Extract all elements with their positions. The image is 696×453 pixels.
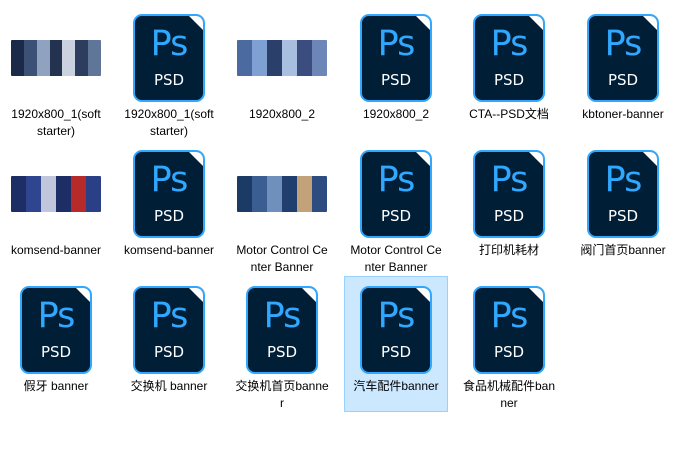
ps-logo-text: Ps [150,160,189,200]
file-name-label: 1920x800_2 [362,107,430,121]
ps-logo-text: Ps [263,296,302,336]
ps-logo-text: Ps [150,296,189,336]
psd-file-item[interactable]: Ps PSD 交换机 banner [117,276,221,412]
psd-file-item[interactable]: Ps PSD 交换机首页banner [230,276,334,412]
file-thumbnail: Ps PSD [578,147,668,241]
psd-extension-label: PSD [380,343,412,361]
ps-logo-text: Ps [604,160,643,200]
photoshop-psd-icon: Ps PSD [133,286,205,374]
ps-logo-text: Ps [604,24,643,64]
psd-file-item[interactable]: Ps PSD 汽车配件banner [344,276,448,412]
psd-file-item[interactable]: Ps PSD Motor Control Center Banner [344,140,448,276]
file-thumbnail: Ps PSD [124,283,214,377]
file-thumbnail [11,147,101,241]
psd-file-item[interactable]: Ps PSD 1920x800_1(soft starter) [117,4,221,140]
psd-extension-label: PSD [153,207,185,225]
image-preview-icon [11,176,101,212]
image-file-item[interactable]: 1920x800_1(soft starter) [4,4,108,140]
photoshop-psd-icon: Ps PSD [587,150,659,238]
photoshop-psd-icon: Ps PSD [587,14,659,102]
psd-file-item[interactable]: Ps PSD komsend-banner [117,140,221,276]
file-thumbnail: Ps PSD [124,11,214,105]
file-thumbnail: Ps PSD [351,283,441,377]
file-name-label: 打印机耗材 [478,243,539,257]
file-thumbnail: Ps PSD [351,11,441,105]
psd-extension-label: PSD [607,207,639,225]
psd-extension-label: PSD [380,207,412,225]
file-thumbnail [11,11,101,105]
file-thumbnail: Ps PSD [464,147,554,241]
psd-extension-label: PSD [266,343,298,361]
photoshop-psd-icon: Ps PSD [133,150,205,238]
ps-logo-text: Ps [377,296,416,336]
file-thumbnail: Ps PSD [351,147,441,241]
file-name-label: Motor Control Center Banner [236,243,328,274]
file-name-label: 假牙 banner [23,379,89,393]
photoshop-psd-icon: Ps PSD [473,150,545,238]
photoshop-psd-icon: Ps PSD [360,14,432,102]
image-preview-icon [237,176,327,212]
file-thumbnail: Ps PSD [578,11,668,105]
file-icon-grid: 1920x800_1(soft starter) Ps PSD 1920x800_1(… [0,0,696,453]
file-name-label: komsend-banner [123,243,215,257]
file-thumbnail: Ps PSD [464,11,554,105]
ps-logo-text: Ps [490,160,529,200]
file-name-label: 1920x800_1(soft starter) [124,107,214,138]
psd-extension-label: PSD [153,343,185,361]
file-thumbnail [237,147,327,241]
file-name-label: 交换机首页banner [235,379,329,410]
psd-extension-label: PSD [607,71,639,89]
photoshop-psd-icon: Ps PSD [133,14,205,102]
psd-extension-label: PSD [380,71,412,89]
ps-logo-text: Ps [490,24,529,64]
psd-extension-label: PSD [153,71,185,89]
file-name-label: CTA--PSD文档 [469,107,549,121]
file-name-label: kbtoner-banner [582,107,664,121]
file-thumbnail: Ps PSD [124,147,214,241]
ps-logo-text: Ps [150,24,189,64]
psd-extension-label: PSD [40,343,72,361]
ps-logo-text: Ps [37,296,76,336]
image-file-item[interactable]: Motor Control Center Banner [230,140,334,276]
file-name-label: Motor Control Center Banner [350,243,442,274]
file-name-label: 交换机 banner [130,379,208,393]
photoshop-psd-icon: Ps PSD [20,286,92,374]
file-thumbnail: Ps PSD [464,283,554,377]
psd-extension-label: PSD [493,343,525,361]
image-preview-icon [11,40,101,76]
ps-logo-text: Ps [377,160,416,200]
psd-file-item[interactable]: Ps PSD 1920x800_2 [344,4,448,140]
file-name-label: 1920x800_2 [248,107,316,121]
file-name-label: 食品机械配件banner [462,379,556,410]
file-thumbnail [237,11,327,105]
image-file-item[interactable]: komsend-banner [4,140,108,276]
psd-file-item[interactable]: Ps PSD CTA--PSD文档 [457,4,561,140]
file-thumbnail: Ps PSD [237,283,327,377]
photoshop-psd-icon: Ps PSD [360,286,432,374]
image-file-item[interactable]: 1920x800_2 [230,4,334,140]
file-name-label: komsend-banner [10,243,102,257]
file-name-label: 1920x800_1(soft starter) [11,107,101,138]
image-preview-icon [237,40,327,76]
psd-file-item[interactable]: Ps PSD 食品机械配件banner [457,276,561,412]
ps-logo-text: Ps [377,24,416,64]
file-thumbnail: Ps PSD [11,283,101,377]
file-name-label: 汽车配件banner [353,379,439,393]
photoshop-psd-icon: Ps PSD [473,14,545,102]
psd-extension-label: PSD [493,71,525,89]
photoshop-psd-icon: Ps PSD [360,150,432,238]
ps-logo-text: Ps [490,296,529,336]
psd-extension-label: PSD [493,207,525,225]
photoshop-psd-icon: Ps PSD [246,286,318,374]
psd-file-item[interactable]: Ps PSD 阀门首页banner [571,140,675,276]
psd-file-item[interactable]: Ps PSD kbtoner-banner [571,4,675,140]
photoshop-psd-icon: Ps PSD [473,286,545,374]
psd-file-item[interactable]: Ps PSD 打印机耗材 [457,140,561,276]
file-name-label: 阀门首页banner [580,243,666,257]
psd-file-item[interactable]: Ps PSD 假牙 banner [4,276,108,412]
